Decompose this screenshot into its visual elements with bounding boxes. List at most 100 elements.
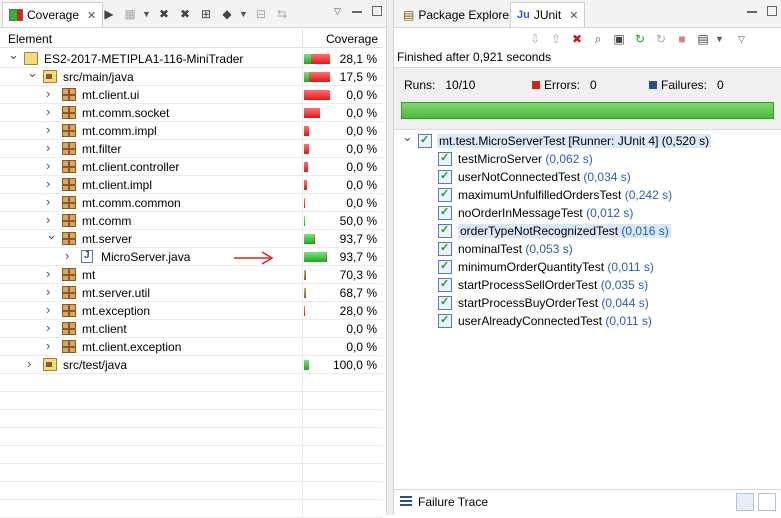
show-failures-only-icon[interactable]: ✖ — [568, 30, 586, 48]
tree-row[interactable]: ⌄ ES2-2017-METIPLA1-116-MiniTrader 28,1 % — [0, 47, 383, 68]
tree-row[interactable]: ⌄ src/main/java 17,5 % — [0, 65, 383, 86]
chevron-down-icon[interactable]: ⌄ — [8, 47, 19, 63]
next-failure-icon[interactable]: ⇩ — [526, 30, 544, 48]
test-case-row[interactable]: noOrderInMessageTest (0,012 s) — [394, 204, 781, 222]
chevron-right-icon[interactable]: › — [46, 284, 56, 299]
tree-row[interactable]: › mt.comm.socket 0,0 % — [0, 104, 383, 122]
source-folder-icon — [43, 70, 57, 83]
test-case-row[interactable]: startProcessBuyOrderTest (0,044 s) — [394, 294, 781, 312]
tree-row[interactable]: › mt.server.util 68,7 % — [0, 284, 383, 302]
column-element[interactable]: Element — [8, 32, 52, 46]
test-case-row[interactable]: startProcessSellOrderTest (0,035 s) — [394, 276, 781, 294]
collapse-all-icon[interactable]: ⊟ — [252, 5, 270, 23]
show-skipped-icon[interactable]: ⌕ — [589, 30, 607, 48]
minimize-icon[interactable] — [747, 6, 759, 18]
test-case-row[interactable]: userNotConnectedTest (0,034 s) — [394, 168, 781, 186]
coverage-percent: 93,7 % — [339, 232, 377, 246]
coverage-percent: 100,0 % — [332, 358, 377, 372]
element-name: mt.client.impl — [82, 178, 153, 192]
test-case-row[interactable]: maximumUnfulfilledOrdersTest (0,242 s) — [394, 186, 781, 204]
remove-session-icon[interactable]: ✖ — [155, 5, 173, 23]
view-menu-icon[interactable]: ▽ — [334, 6, 344, 18]
close-icon[interactable]: ✕ — [569, 9, 578, 22]
chevron-right-icon[interactable]: › — [65, 248, 75, 263]
close-icon[interactable]: ✕ — [87, 9, 96, 22]
view-splitter[interactable] — [386, 0, 394, 515]
tree-row[interactable]: › mt.comm.impl 0,0 % — [0, 122, 383, 140]
tab-package-explorer[interactable]: ▤ Package Explorer — [396, 2, 521, 27]
tree-row[interactable]: ⌄ mt.server 93,7 % — [0, 227, 383, 248]
scroll-lock-icon[interactable]: ▣ — [610, 30, 628, 48]
package-icon — [62, 232, 76, 245]
column-coverage[interactable]: Coverage — [326, 32, 378, 46]
maximize-icon[interactable] — [767, 6, 777, 16]
test-case-name: userNotConnectedTest (0,034 s) — [458, 170, 631, 184]
package-icon — [62, 178, 76, 191]
minimize-icon[interactable] — [352, 6, 364, 18]
tree-row[interactable]: › mt.client.exception 0,0 % — [0, 338, 383, 356]
chevron-down-icon[interactable]: ⌄ — [46, 227, 57, 243]
element-name: mt.comm.impl — [82, 124, 157, 138]
source-folder-icon — [43, 358, 57, 371]
chevron-right-icon[interactable]: › — [46, 302, 56, 317]
link-with-editor-icon[interactable]: ⇆ — [273, 5, 291, 23]
chevron-down-icon[interactable]: ▼ — [715, 34, 725, 44]
stop-icon[interactable]: ■ — [673, 30, 691, 48]
chevron-down-icon[interactable]: ⌄ — [27, 65, 38, 81]
chevron-right-icon[interactable]: › — [46, 140, 56, 155]
test-ok-icon — [438, 169, 452, 184]
import-session-icon[interactable]: ⊞ — [197, 5, 215, 23]
chevron-right-icon[interactable]: › — [46, 104, 56, 119]
tree-row[interactable]: › src/test/java 100,0 % — [0, 356, 383, 374]
chevron-right-icon[interactable]: › — [46, 176, 56, 191]
tree-row[interactable]: › mt.client.impl 0,0 % — [0, 176, 383, 194]
test-case-row[interactable]: orderTypeNotRecognizedTest (0,016 s) — [394, 222, 781, 240]
tree-row[interactable]: › MicroServer.java 93,7 % — [0, 248, 383, 266]
tab-coverage[interactable]: Coverage ✕ — [2, 2, 104, 27]
tree-row[interactable]: › mt.exception 28,0 % — [0, 302, 383, 320]
tree-row[interactable]: › mt.comm.common 0,0 % — [0, 194, 383, 212]
tab-junit[interactable]: Ju JUnit ✕ — [510, 2, 586, 27]
tree-row[interactable]: › mt.client.controller 0,0 % — [0, 158, 383, 176]
coverage-percent: 0,0 % — [346, 142, 377, 156]
test-ok-icon — [438, 259, 452, 274]
empty-row — [0, 482, 383, 500]
coverage-percent: 0,0 % — [346, 322, 377, 336]
test-case-row[interactable]: nominalTest (0,053 s) — [394, 240, 781, 258]
maximize-icon[interactable] — [372, 6, 382, 16]
junit-toolbar: ⇩ ⇧ ✖ ⌕ ▣ ↻ ↻ ■ ▤ ▼ ▽ — [526, 29, 748, 49]
compare-results-icon[interactable] — [758, 493, 776, 511]
junit-icon: Ju — [517, 9, 530, 21]
chevron-down-icon[interactable]: ⌄ — [402, 129, 413, 145]
chevron-right-icon[interactable]: › — [46, 158, 56, 173]
tree-row[interactable]: › mt.client 0,0 % — [0, 320, 383, 338]
chevron-right-icon[interactable]: › — [46, 86, 56, 101]
relaunch-icon[interactable]: ▶ — [100, 5, 118, 23]
test-run-history-icon[interactable]: ▤ — [694, 30, 712, 48]
view-menu-icon[interactable]: ▽ — [738, 34, 748, 45]
filter-stack-trace-icon[interactable] — [736, 493, 754, 511]
tree-row[interactable]: › mt.filter 0,0 % — [0, 140, 383, 158]
chevron-right-icon[interactable]: › — [46, 122, 56, 137]
chevron-right-icon[interactable]: › — [46, 194, 56, 209]
tree-row[interactable]: › mt.client.ui 0,0 % — [0, 86, 383, 104]
test-suite-row[interactable]: ⌄ mt.test.MicroServerTest [Runner: JUnit … — [394, 129, 781, 150]
chevron-right-icon[interactable]: › — [46, 320, 56, 335]
select-session-icon[interactable]: ◆ — [218, 5, 236, 23]
chevron-right-icon[interactable]: › — [27, 356, 37, 371]
chevron-down-icon[interactable]: ▼ — [239, 9, 249, 19]
chevron-right-icon[interactable]: › — [46, 212, 56, 227]
merge-sessions-icon[interactable]: ▦ — [121, 5, 139, 23]
remove-all-sessions-icon[interactable]: ✖ — [176, 5, 194, 23]
rerun-failed-first-icon[interactable]: ↻ — [652, 30, 670, 48]
previous-failure-icon[interactable]: ⇧ — [547, 30, 565, 48]
tree-row[interactable]: › mt.comm 50,0 % — [0, 212, 383, 230]
test-case-row[interactable]: testMicroServer (0,062 s) — [394, 150, 781, 168]
rerun-test-icon[interactable]: ↻ — [631, 30, 649, 48]
chevron-down-icon[interactable]: ▼ — [142, 9, 152, 19]
chevron-right-icon[interactable]: › — [46, 338, 56, 353]
test-case-row[interactable]: userAlreadyConnectedTest (0,011 s) — [394, 312, 781, 330]
chevron-right-icon[interactable]: › — [46, 266, 56, 281]
test-case-row[interactable]: minimumOrderQuantityTest (0,011 s) — [394, 258, 781, 276]
tree-row[interactable]: › mt 70,3 % — [0, 266, 383, 284]
